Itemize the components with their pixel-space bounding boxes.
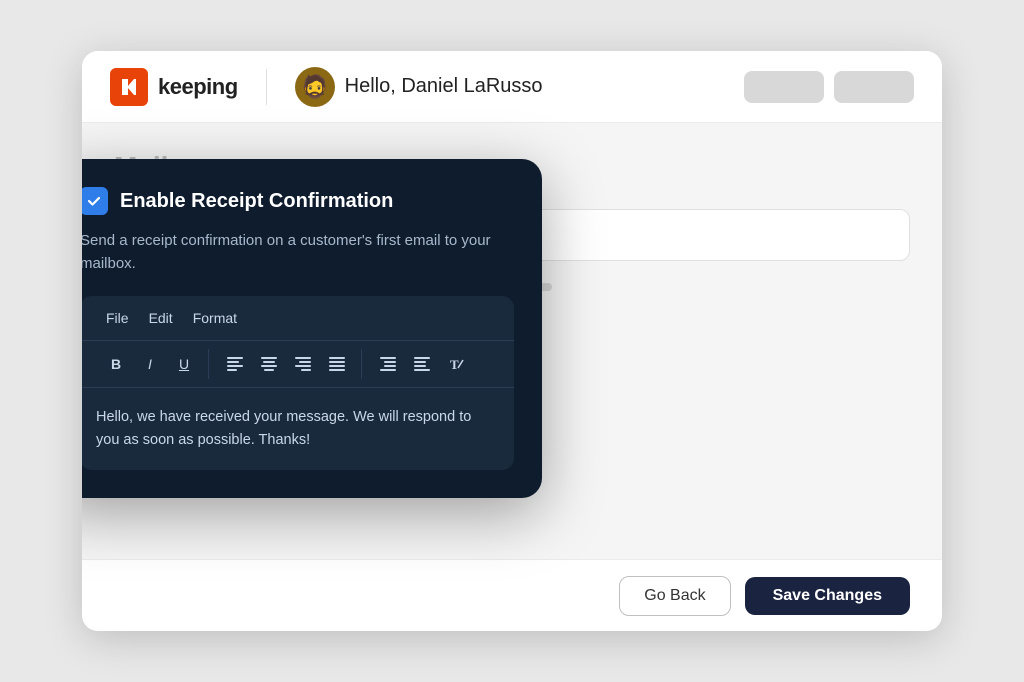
svg-text:T: T: [450, 357, 459, 372]
menu-file[interactable]: File: [96, 306, 139, 330]
user-avatar: 🧔: [295, 67, 335, 107]
topbar-actions: [744, 71, 914, 103]
app-window: keeping 🧔 Hello, Daniel LaRusso Mail Go …: [82, 51, 942, 631]
modal-card: Enable Receipt Confirmation Send a recei…: [82, 159, 542, 498]
clear-format-button[interactable]: T: [440, 349, 472, 379]
toolbar-group-indent: T: [364, 349, 480, 379]
editor-menubar: File Edit Format: [82, 296, 514, 341]
italic-button[interactable]: I: [134, 349, 166, 379]
topbar-action-btn-2[interactable]: [834, 71, 914, 103]
modal-description: Send a receipt confirmation on a custome…: [82, 229, 514, 276]
outdent-button[interactable]: [406, 349, 438, 379]
editor-text: Hello, we have received your message. We…: [96, 406, 498, 452]
modal-header: Enable Receipt Confirmation: [82, 187, 514, 215]
logo-area: keeping: [110, 68, 238, 106]
editor-area: File Edit Format B I U: [82, 296, 514, 470]
menu-format[interactable]: Format: [183, 306, 247, 330]
topbar-action-btn-1[interactable]: [744, 71, 824, 103]
editor-content[interactable]: Hello, we have received your message. We…: [82, 388, 514, 470]
enable-checkbox[interactable]: [82, 187, 108, 215]
greeting-text: Hello, Daniel LaRusso: [345, 75, 543, 98]
app-topbar: keeping 🧔 Hello, Daniel LaRusso: [82, 51, 942, 123]
align-right-button[interactable]: [287, 349, 319, 379]
underline-button[interactable]: U: [168, 349, 200, 379]
save-changes-button[interactable]: Save Changes: [745, 577, 910, 615]
topbar-divider: [266, 69, 267, 105]
go-back-button[interactable]: Go Back: [619, 576, 730, 616]
toolbar-group-text-style: B I U: [92, 349, 209, 379]
logo-text: keeping: [158, 74, 238, 100]
align-left-button[interactable]: [219, 349, 251, 379]
bold-button[interactable]: B: [100, 349, 132, 379]
justify-button[interactable]: [321, 349, 353, 379]
menu-edit[interactable]: Edit: [139, 306, 183, 330]
editor-toolbar: B I U: [82, 341, 514, 388]
indent-button[interactable]: [372, 349, 404, 379]
keeping-logo-icon: [110, 68, 148, 106]
modal-title: Enable Receipt Confirmation: [120, 190, 393, 213]
toolbar-group-align: [211, 349, 362, 379]
align-center-button[interactable]: [253, 349, 285, 379]
app-footer: Go Back Save Changes: [82, 559, 942, 631]
user-greeting: 🧔 Hello, Daniel LaRusso: [295, 67, 543, 107]
